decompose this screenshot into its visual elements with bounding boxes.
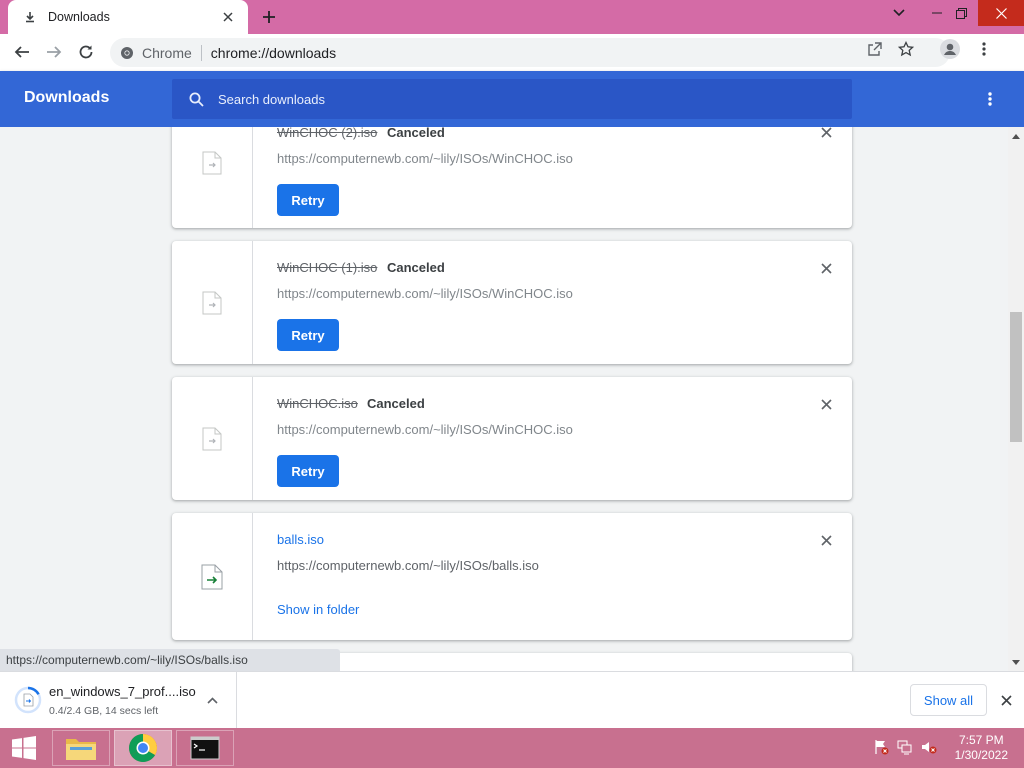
file-icon-column (172, 241, 253, 364)
file-icon-column (172, 377, 253, 500)
remove-close-icon[interactable] (818, 532, 834, 548)
tab-title: Downloads (48, 10, 110, 24)
clock-date: 1/30/2022 (954, 748, 1008, 762)
search-input[interactable] (218, 91, 818, 107)
forward-arrow-icon[interactable] (39, 37, 69, 67)
downloads-header: Downloads (0, 71, 1024, 127)
tab-search-chevron-icon[interactable] (882, 0, 916, 26)
omnibox-separator (200, 44, 202, 61)
address-bar[interactable]: Chrome chrome://downloads (110, 38, 950, 67)
download-item: WinCHOC.iso Canceled https://computernew… (172, 377, 852, 500)
status-text: Canceled (387, 260, 445, 275)
download-item: WinCHOC (2).iso Canceled https://compute… (172, 127, 852, 228)
scrollbar[interactable] (1008, 127, 1024, 671)
file-name: WinCHOC.iso (277, 396, 358, 411)
new-tab-button[interactable] (256, 5, 282, 29)
file-name: WinCHOC (2).iso (277, 127, 378, 140)
restore-icon[interactable] (944, 0, 978, 26)
windows-start-icon[interactable] (6, 728, 42, 768)
download-progress-ring (14, 686, 42, 714)
downloads-menu-icon[interactable] (978, 87, 1002, 111)
network-icon[interactable] (896, 738, 914, 756)
file-url[interactable]: https://computernewb.com/~lily/ISOs/WinC… (277, 422, 573, 437)
shelf-close-icon[interactable] (996, 690, 1016, 710)
clock-time: 7:57 PM (958, 733, 1004, 747)
chevron-up-icon[interactable] (202, 690, 222, 710)
browser-menu-icon[interactable] (972, 38, 996, 60)
status-text: Canceled (367, 396, 425, 411)
tab-close-icon[interactable] (218, 7, 238, 27)
system-tray (872, 738, 938, 756)
download-icon (22, 9, 38, 25)
file-icon-column (172, 127, 253, 228)
file-icon-column (172, 513, 253, 640)
title-bar: Downloads (0, 0, 1024, 34)
profile-avatar-icon[interactable] (938, 38, 962, 60)
taskbar-clock[interactable]: 7:57 PM 1/30/2022 (955, 733, 1008, 763)
link-status-bubble: https://computernewb.com/~lily/ISOs/ball… (0, 649, 340, 671)
bookmark-star-icon[interactable] (894, 38, 918, 60)
volume-muted-icon[interactable] (920, 738, 938, 756)
file-url[interactable]: https://computernewb.com/~lily/ISOs/WinC… (277, 151, 573, 166)
status-text: Canceled (387, 127, 445, 140)
scrollbar-thumb[interactable] (1010, 312, 1022, 442)
file-url[interactable]: https://computernewb.com/~lily/ISOs/ball… (277, 558, 539, 573)
show-in-folder-link[interactable]: Show in folder (277, 602, 359, 617)
page-title: Downloads (24, 89, 110, 106)
remove-close-icon[interactable] (818, 127, 834, 140)
file-icon (202, 151, 222, 174)
window-close-icon[interactable] (978, 0, 1024, 26)
remove-close-icon[interactable] (818, 396, 834, 412)
file-name-link[interactable]: balls.iso (277, 532, 324, 547)
chrome-taskbar-icon[interactable] (114, 730, 172, 766)
browser-toolbar: Chrome chrome://downloads (0, 34, 1024, 71)
site-info-chip[interactable]: Chrome (120, 45, 192, 61)
shelf-file-name: en_windows_7_prof....iso (49, 684, 196, 699)
scroll-up-icon[interactable] (1008, 129, 1024, 143)
file-explorer-icon[interactable] (52, 730, 110, 766)
file-url[interactable]: https://computernewb.com/~lily/ISOs/WinC… (277, 286, 573, 301)
reload-icon[interactable] (71, 37, 101, 67)
show-all-button[interactable]: Show all (910, 684, 987, 716)
remove-close-icon[interactable] (818, 260, 834, 276)
shelf-progress-text: 0.4/2.4 GB, 14 secs left (49, 705, 159, 717)
retry-button[interactable]: Retry (277, 184, 339, 216)
download-shelf: en_windows_7_prof....iso 0.4/2.4 GB, 14 … (0, 671, 1024, 728)
url-text[interactable]: chrome://downloads (211, 45, 336, 61)
file-icon (201, 564, 223, 589)
shelf-download-item[interactable]: en_windows_7_prof....iso 0.4/2.4 GB, 14 … (0, 672, 237, 728)
search-downloads[interactable] (172, 79, 852, 119)
scroll-down-icon[interactable] (1008, 655, 1024, 669)
share-icon[interactable] (862, 38, 886, 60)
downloads-list[interactable]: WinCHOC (2).iso Canceled https://compute… (0, 127, 1008, 671)
download-item: WinCHOC (1).iso Canceled https://compute… (172, 241, 852, 364)
windows-taskbar: 7:57 PM 1/30/2022 (0, 728, 1024, 768)
file-icon (202, 291, 222, 314)
retry-button[interactable]: Retry (277, 455, 339, 487)
chrome-icon (121, 46, 133, 59)
file-name: WinCHOC (1).iso (277, 260, 378, 275)
file-icon (202, 427, 222, 450)
retry-button[interactable]: Retry (277, 319, 339, 351)
action-center-flag-icon[interactable] (872, 738, 890, 756)
back-arrow-icon[interactable] (7, 37, 37, 67)
site-chip-label: Chrome (142, 44, 192, 61)
command-prompt-icon[interactable] (176, 730, 234, 766)
download-item: balls.iso https://computernewb.com/~lily… (172, 513, 852, 640)
tab-downloads[interactable]: Downloads (8, 0, 248, 34)
search-icon (186, 89, 206, 109)
